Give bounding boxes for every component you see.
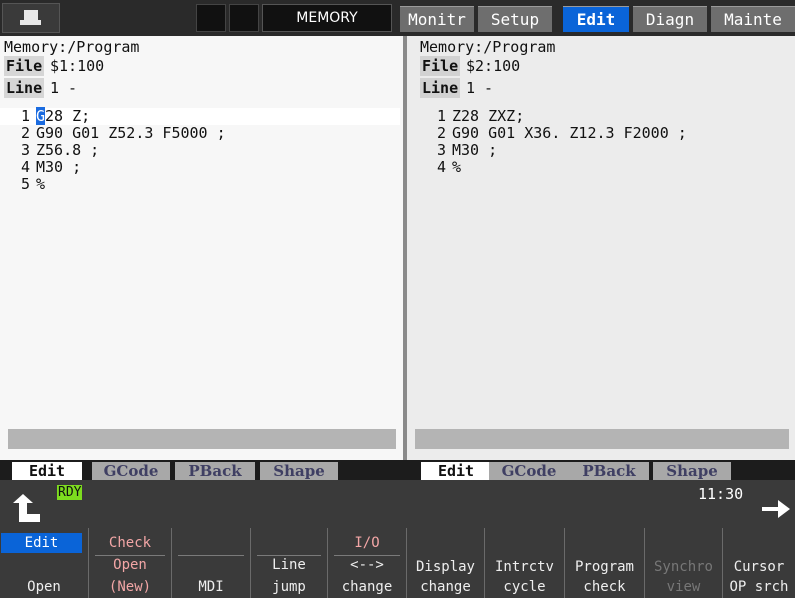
status-slot — [196, 4, 226, 32]
softkey-header: I/O — [354, 535, 380, 551]
line-number: 1 — [436, 107, 446, 125]
status-area: RDY 11:30 — [0, 480, 795, 528]
menu-next-arrow-icon[interactable] — [762, 498, 790, 520]
softkey-synchro-view[interactable]: Synchro view — [644, 528, 722, 598]
line-value: 1 - — [50, 79, 78, 97]
subtab-shape[interactable]: Shape — [653, 462, 731, 480]
subtab-gcode[interactable]: GCode — [92, 462, 170, 480]
softkey-mdi[interactable]: MDI — [171, 528, 250, 598]
tab-maintenance[interactable]: Mainte — [711, 6, 795, 32]
program-line[interactable]: 1 G28 Z; — [0, 107, 400, 125]
softkey-label: OP srch — [729, 579, 789, 595]
softkey-label-line1: Intrctv — [494, 559, 554, 575]
softkey-header: Edit — [1, 533, 82, 553]
program-pane-2[interactable]: Memory:/Program File $2:100 Line 1 - 1 Z2… — [407, 36, 795, 460]
softkey-open[interactable]: Edit Open — [0, 528, 88, 598]
softkey-label: change — [341, 579, 393, 595]
subtab-edit[interactable]: Edit — [421, 462, 491, 480]
soft-key-bar: Edit Open Check Open (New) MDI Line jump… — [0, 528, 795, 598]
line-label: Line — [4, 78, 45, 98]
status-slot — [229, 4, 259, 32]
program-path: Memory:/Program — [420, 38, 556, 56]
softkey-label-line1: Display — [415, 559, 475, 575]
softkey-label: jump — [272, 579, 306, 595]
pane-1-subtabs: Edit GCode PBack Shape — [0, 460, 403, 480]
tab-monitor[interactable]: Monitr — [400, 6, 474, 32]
softkey-label-line1: Cursor — [733, 559, 785, 575]
softkey-label: MDI — [198, 579, 224, 595]
menu-return-icon[interactable] — [10, 494, 40, 524]
softkey-interactive-cycle[interactable]: Intrctv cycle — [484, 528, 564, 598]
softkey-io-change[interactable]: I/O <--> change — [327, 528, 406, 598]
ready-indicator: RDY — [57, 485, 83, 500]
softkey-open-new[interactable]: Check Open (New) — [88, 528, 171, 598]
program-line[interactable]: 4 M30 ; — [0, 159, 81, 176]
subtab-shape[interactable]: Shape — [260, 462, 338, 480]
subtab-edit[interactable]: Edit — [12, 462, 82, 480]
softkey-label: check — [583, 579, 626, 595]
program-pane-1[interactable]: Memory:/Program File $1:100 Line 1 - 1 G2… — [0, 36, 403, 460]
tab-edit[interactable]: Edit — [563, 6, 629, 32]
line-code: % — [36, 175, 46, 193]
line-number: 4 — [20, 158, 30, 176]
subtab-pback[interactable]: PBack — [569, 462, 649, 480]
line-code: M30 ; — [452, 141, 498, 159]
line-number: 4 — [436, 158, 446, 176]
softkey-label-line1: Synchro — [653, 559, 713, 575]
line-code: G90 G01 Z52.3 F5000 ; — [36, 124, 226, 142]
softkey-cursor-op-search[interactable]: Cursor OP srch — [722, 528, 795, 598]
input-bar[interactable] — [415, 429, 789, 449]
pane-2-subtabs: Edit GCode PBack Shape — [403, 460, 795, 480]
file-label: File — [420, 56, 461, 76]
screen-switch-icon[interactable] — [2, 3, 60, 33]
line-code: 28 Z; — [45, 107, 91, 125]
program-line[interactable]: 2 G90 G01 Z52.3 F5000 ; — [0, 125, 226, 142]
program-line[interactable]: 2 G90 G01 X36. Z12.3 F2000 ; — [416, 125, 687, 142]
clock: 11:30 — [698, 485, 744, 503]
softkey-label-line1: Line — [272, 557, 306, 573]
input-bar[interactable] — [8, 429, 396, 449]
program-path: Memory:/Program — [4, 38, 140, 56]
line-number: 2 — [20, 124, 30, 142]
softkey-label-line1: Open — [113, 557, 147, 573]
operation-mode-indicator: MEMORY — [262, 4, 392, 32]
softkey-display-change[interactable]: Display change — [406, 528, 484, 598]
softkey-label-line1: <--> — [350, 557, 384, 573]
softkey-label-line1: Program — [574, 559, 634, 575]
line-number: 3 — [436, 141, 446, 159]
program-line[interactable]: 4% — [416, 159, 461, 176]
line-code: Z28 ZXZ; — [452, 107, 525, 125]
subtab-gcode[interactable]: GCode — [489, 462, 569, 480]
line-code: G90 G01 X36. Z12.3 F2000 ; — [452, 124, 687, 142]
line-code: % — [452, 158, 462, 176]
text-cursor: G — [36, 107, 46, 125]
softkey-program-check[interactable]: Program check — [564, 528, 644, 598]
line-number: 3 — [20, 141, 30, 159]
softkey-label: cycle — [503, 579, 546, 595]
line-number: 1 — [20, 107, 30, 125]
softkey-label: (New) — [108, 579, 152, 595]
softkey-line-jump[interactable]: Line jump — [250, 528, 327, 598]
softkey-label: view — [666, 579, 701, 595]
line-code: Z56.8 ; — [36, 141, 100, 159]
line-number: 5 — [20, 175, 30, 193]
program-line[interactable]: 3 M30 ; — [416, 142, 497, 159]
file-label: File — [4, 56, 45, 76]
program-line[interactable]: 5% — [0, 176, 45, 193]
softkey-label: Open — [27, 579, 61, 595]
subtab-pback[interactable]: PBack — [175, 462, 255, 480]
top-bar: MEMORY Monitr Setup Edit Diagn Mainte — [0, 0, 795, 36]
line-number: 2 — [436, 124, 446, 142]
line-label: Line — [420, 78, 461, 98]
line-value: 1 - — [466, 79, 494, 97]
softkey-header: Check — [108, 535, 152, 551]
tab-setup[interactable]: Setup — [478, 6, 552, 32]
program-line[interactable]: 3 Z56.8 ; — [0, 142, 99, 159]
file-value: $2:100 — [466, 57, 521, 75]
tab-diagnosis[interactable]: Diagn — [633, 6, 707, 32]
file-value: $1:100 — [50, 57, 105, 75]
program-line[interactable]: 1 Z28 ZXZ; — [416, 108, 524, 125]
line-code: M30 ; — [36, 158, 82, 176]
softkey-label: change — [420, 579, 471, 595]
